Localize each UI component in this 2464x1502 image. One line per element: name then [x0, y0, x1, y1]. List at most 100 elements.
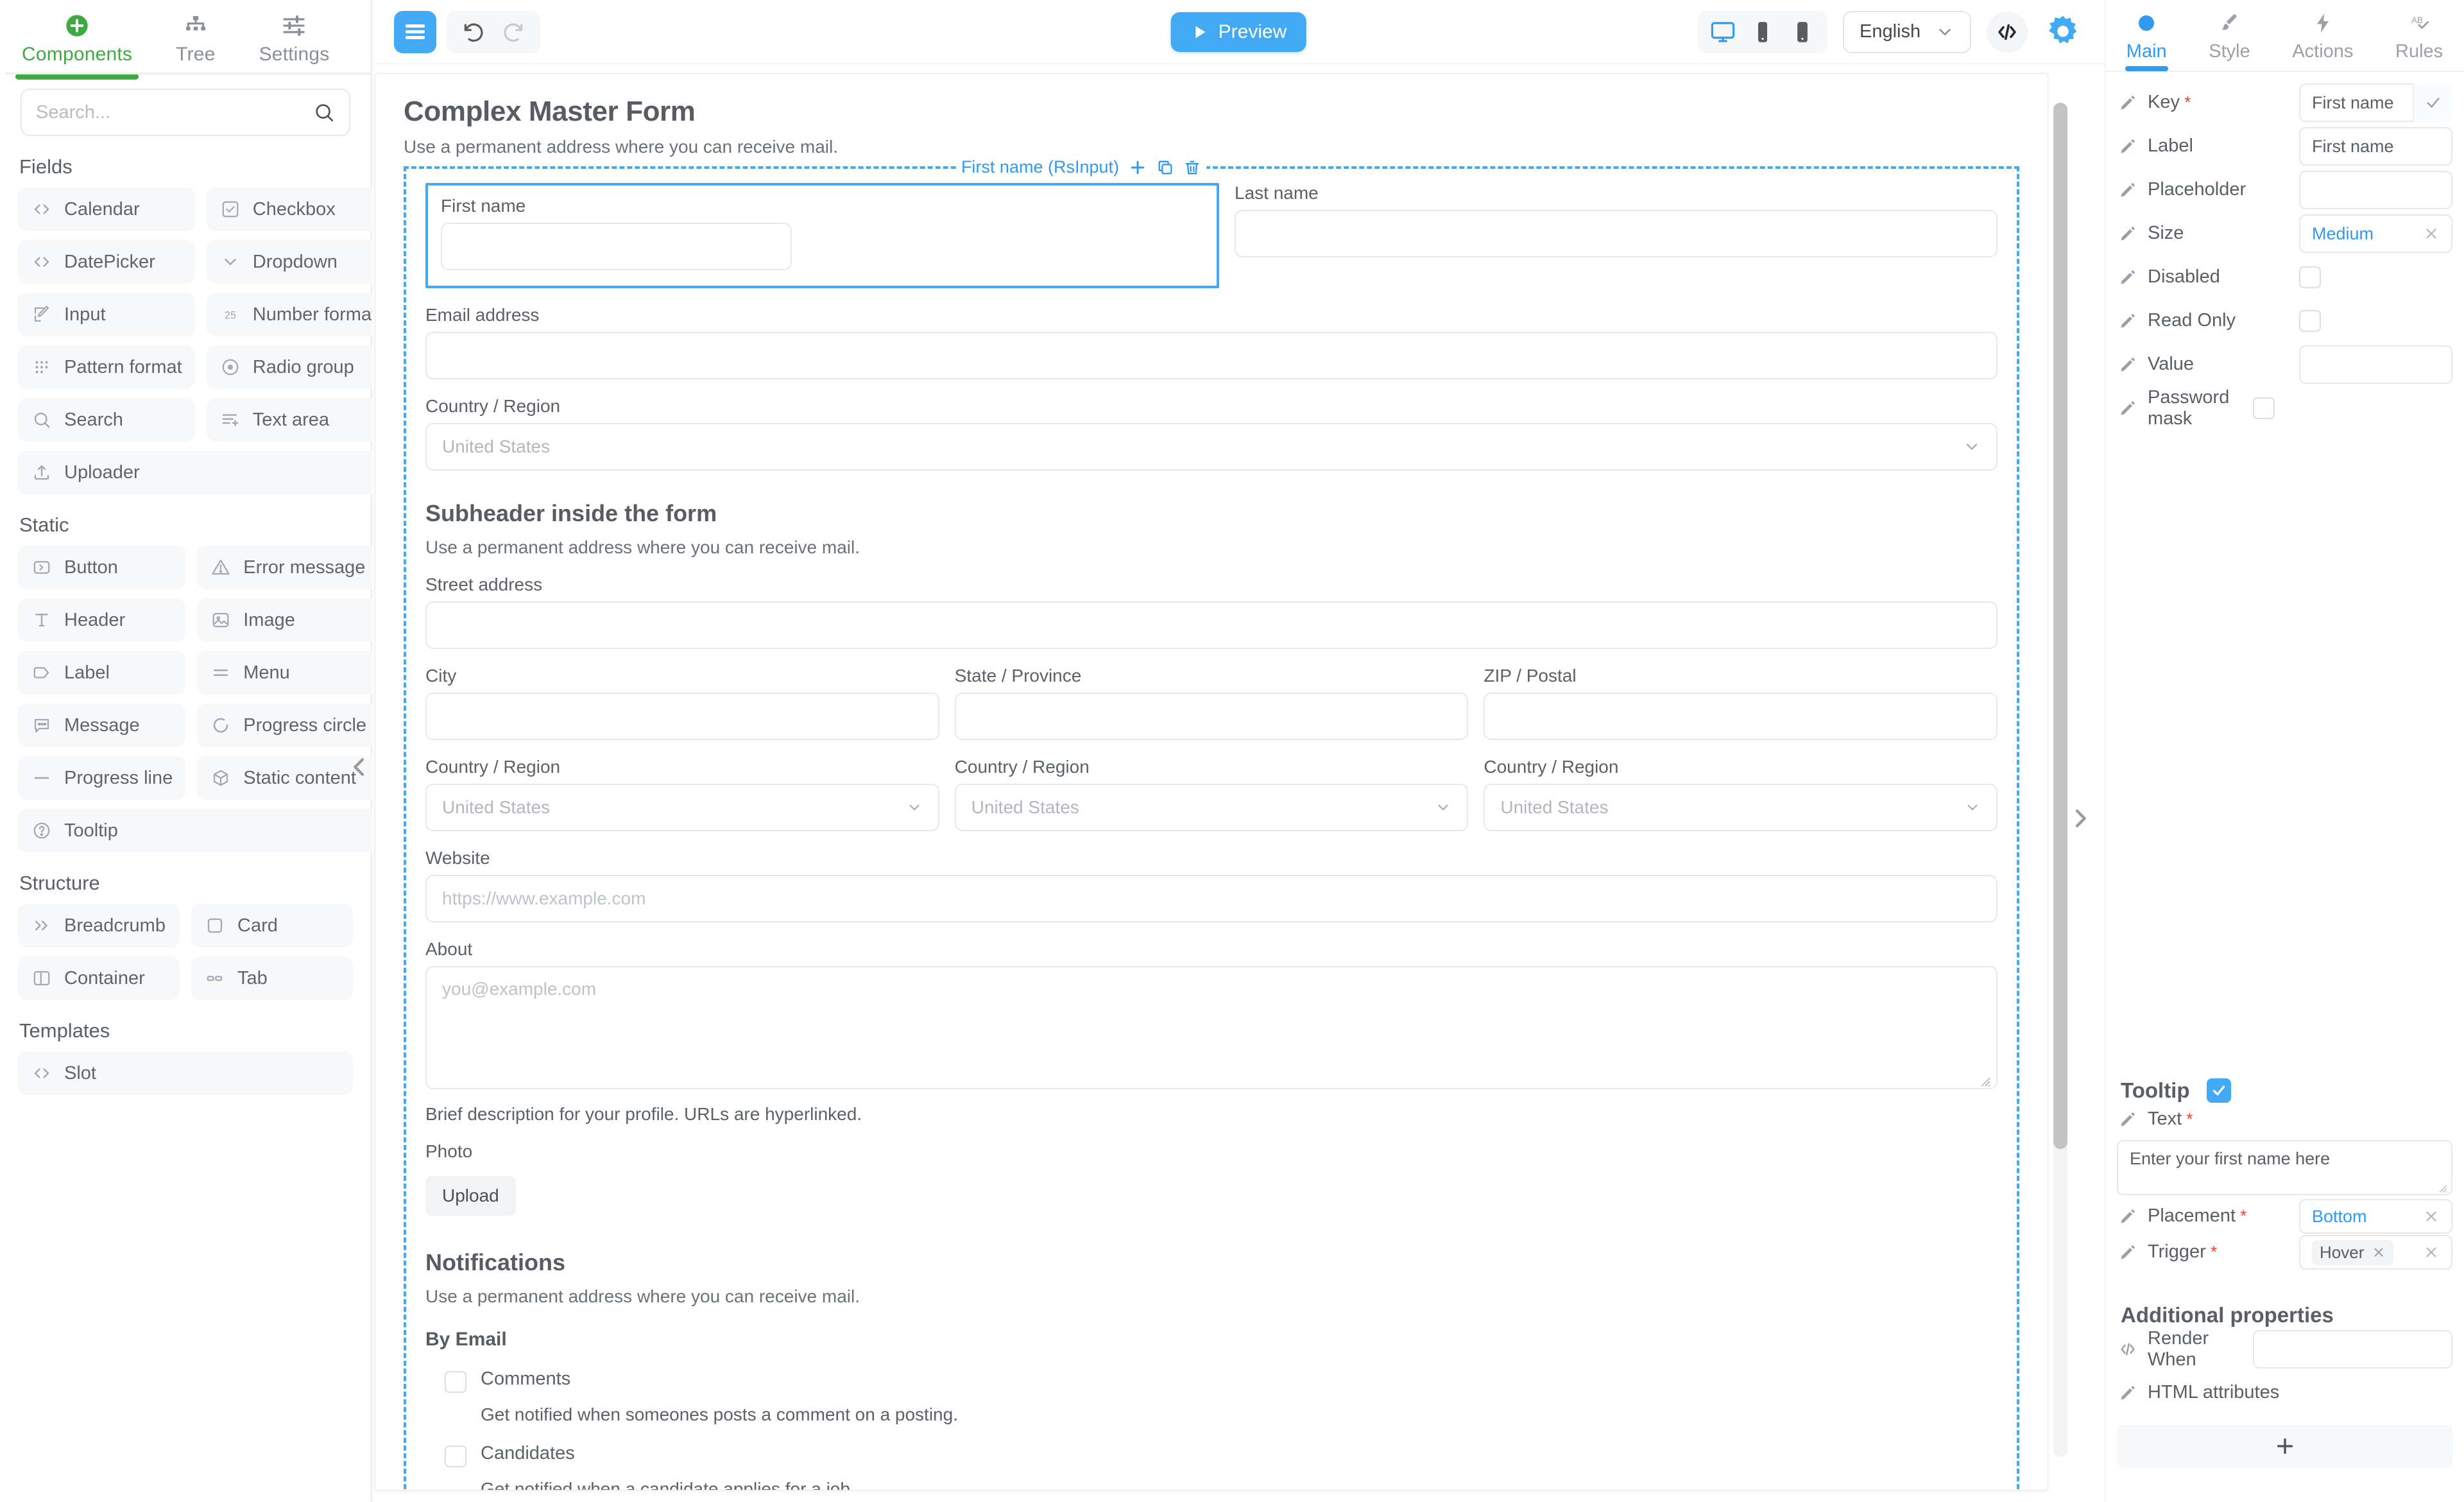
component-chip-dropdown[interactable]: Dropdown: [206, 240, 390, 284]
component-chip-breadcrumb[interactable]: Breadcrumb: [18, 904, 180, 947]
pen-icon[interactable]: [2117, 225, 2139, 243]
plus-icon[interactable]: [1128, 158, 1147, 177]
code-brackets-icon[interactable]: [2117, 1340, 2139, 1358]
undo-icon[interactable]: [457, 15, 490, 49]
close-icon[interactable]: [2423, 1244, 2440, 1261]
selected-first-name-widget[interactable]: First name (RsInput) First name: [425, 157, 1219, 288]
component-chip-radio-group[interactable]: Radio group: [206, 345, 390, 389]
email-input[interactable]: [425, 332, 1998, 379]
pen-icon[interactable]: [2117, 268, 2139, 286]
city-input[interactable]: [425, 693, 939, 740]
component-chip-tab[interactable]: Tab: [191, 956, 353, 1000]
value-input[interactable]: [2299, 345, 2452, 384]
pen-icon[interactable]: [2117, 312, 2139, 330]
check-icon[interactable]: [2413, 83, 2452, 122]
component-chip-error-message[interactable]: Error message: [197, 546, 380, 589]
state-input[interactable]: [954, 693, 1469, 740]
country-3-select[interactable]: United States: [1484, 784, 1998, 831]
password-mask-checkbox[interactable]: [2253, 397, 2275, 419]
redo-icon[interactable]: [497, 15, 530, 49]
code-brackets-icon[interactable]: [1987, 11, 2028, 53]
country-1-select[interactable]: United States: [425, 784, 939, 831]
component-chip-pattern-format[interactable]: Pattern format: [18, 345, 195, 389]
pen-icon[interactable]: [2117, 181, 2139, 199]
about-textarea[interactable]: [425, 966, 1998, 1089]
component-chip-button[interactable]: Button: [18, 546, 186, 589]
pen-icon[interactable]: [2117, 1243, 2139, 1261]
pen-icon[interactable]: [2117, 1110, 2139, 1128]
sidebar-collapse-button[interactable]: [345, 745, 373, 790]
monitor-icon[interactable]: [1707, 16, 1739, 48]
candidates-checkbox[interactable]: [445, 1446, 466, 1467]
component-chip-progress-line[interactable]: Progress line: [18, 756, 186, 800]
canvas-scrollbar[interactable]: [2053, 103, 2067, 1457]
pen-icon[interactable]: [2117, 356, 2139, 374]
close-icon[interactable]: [2372, 1245, 2386, 1259]
country-top-select[interactable]: United States: [425, 423, 1998, 470]
last-name-input[interactable]: [1235, 210, 1998, 257]
copy-icon[interactable]: [1156, 159, 1174, 177]
phone-icon[interactable]: [1786, 16, 1818, 48]
tab-main[interactable]: Main: [2123, 9, 2171, 71]
language-select[interactable]: English: [1843, 10, 1971, 53]
first-name-input[interactable]: [441, 223, 792, 270]
search-input[interactable]: [36, 101, 313, 123]
component-chip-search[interactable]: Search: [18, 398, 195, 442]
component-chip-image[interactable]: Image: [197, 598, 380, 642]
search-box[interactable]: [21, 89, 350, 136]
component-chip-text-area[interactable]: Text area: [206, 398, 390, 442]
sidebar-tab-settings[interactable]: Settings: [237, 12, 351, 72]
rightpanel-collapse-button[interactable]: [2066, 796, 2094, 841]
component-chip-number-format[interactable]: 25 Number format: [206, 293, 390, 336]
scrollbar-thumb[interactable]: [2053, 103, 2067, 1149]
component-chip-slot[interactable]: Slot: [18, 1051, 353, 1095]
street-input[interactable]: [425, 601, 1998, 649]
close-icon[interactable]: [2423, 1208, 2440, 1225]
disabled-checkbox[interactable]: [2299, 266, 2321, 288]
pen-icon[interactable]: [2117, 137, 2139, 155]
pen-icon[interactable]: [2117, 94, 2139, 112]
website-input[interactable]: [425, 875, 1998, 922]
component-chip-card[interactable]: Card: [191, 904, 353, 947]
label-input[interactable]: [2299, 127, 2452, 166]
tab-style[interactable]: Style: [2205, 9, 2254, 62]
component-chip-calendar[interactable]: Calendar: [18, 187, 195, 231]
tooltip-placement-select[interactable]: Bottom: [2299, 1199, 2452, 1234]
tablet-icon[interactable]: [1747, 16, 1779, 48]
trash-icon[interactable]: [1183, 159, 1201, 177]
gear-icon[interactable]: [2043, 12, 2083, 52]
component-chip-message[interactable]: Message: [18, 704, 186, 747]
zip-input[interactable]: [1484, 693, 1998, 740]
comments-checkbox[interactable]: [445, 1371, 466, 1393]
render-when-input[interactable]: [2253, 1330, 2452, 1368]
component-chip-label[interactable]: Label: [18, 651, 186, 695]
close-icon[interactable]: [2423, 225, 2440, 242]
tooltip-trigger-select[interactable]: Hover: [2299, 1235, 2452, 1270]
preview-button[interactable]: Preview: [1170, 12, 1306, 52]
placeholder-input[interactable]: [2299, 171, 2452, 209]
pen-icon[interactable]: [2117, 1207, 2139, 1225]
size-select[interactable]: Medium: [2299, 214, 2452, 253]
tab-actions[interactable]: Actions: [2288, 9, 2357, 62]
tab-rules[interactable]: AB Rules: [2391, 9, 2447, 62]
component-chip-uploader[interactable]: Uploader: [18, 451, 390, 494]
component-chip-input[interactable]: Input: [18, 293, 195, 336]
component-chip-container[interactable]: Container: [18, 956, 180, 1000]
component-chip-checkbox[interactable]: Checkbox: [206, 187, 390, 231]
tooltip-text-textarea[interactable]: [2117, 1140, 2452, 1195]
upload-button[interactable]: Upload: [425, 1176, 516, 1216]
add-property-button[interactable]: [2117, 1425, 2452, 1467]
component-chip-tooltip[interactable]: Tooltip: [18, 809, 380, 852]
component-chip-menu[interactable]: Menu: [197, 651, 380, 695]
component-chip-datepicker[interactable]: DatePicker: [18, 240, 195, 284]
pen-icon[interactable]: [2117, 399, 2139, 417]
hamburger-menu-icon[interactable]: [394, 10, 436, 53]
tooltip-enabled-checkbox[interactable]: [2206, 1078, 2231, 1103]
pen-icon[interactable]: [2117, 1384, 2139, 1402]
country-2-select[interactable]: United States: [954, 784, 1469, 831]
tooltip-trigger-chip[interactable]: Hover: [2312, 1239, 2394, 1265]
sidebar-tab-components[interactable]: Components: [0, 12, 154, 80]
readonly-checkbox[interactable]: [2299, 310, 2321, 332]
component-chip-header[interactable]: Header: [18, 598, 186, 642]
sidebar-tab-tree[interactable]: Tree: [154, 12, 237, 72]
